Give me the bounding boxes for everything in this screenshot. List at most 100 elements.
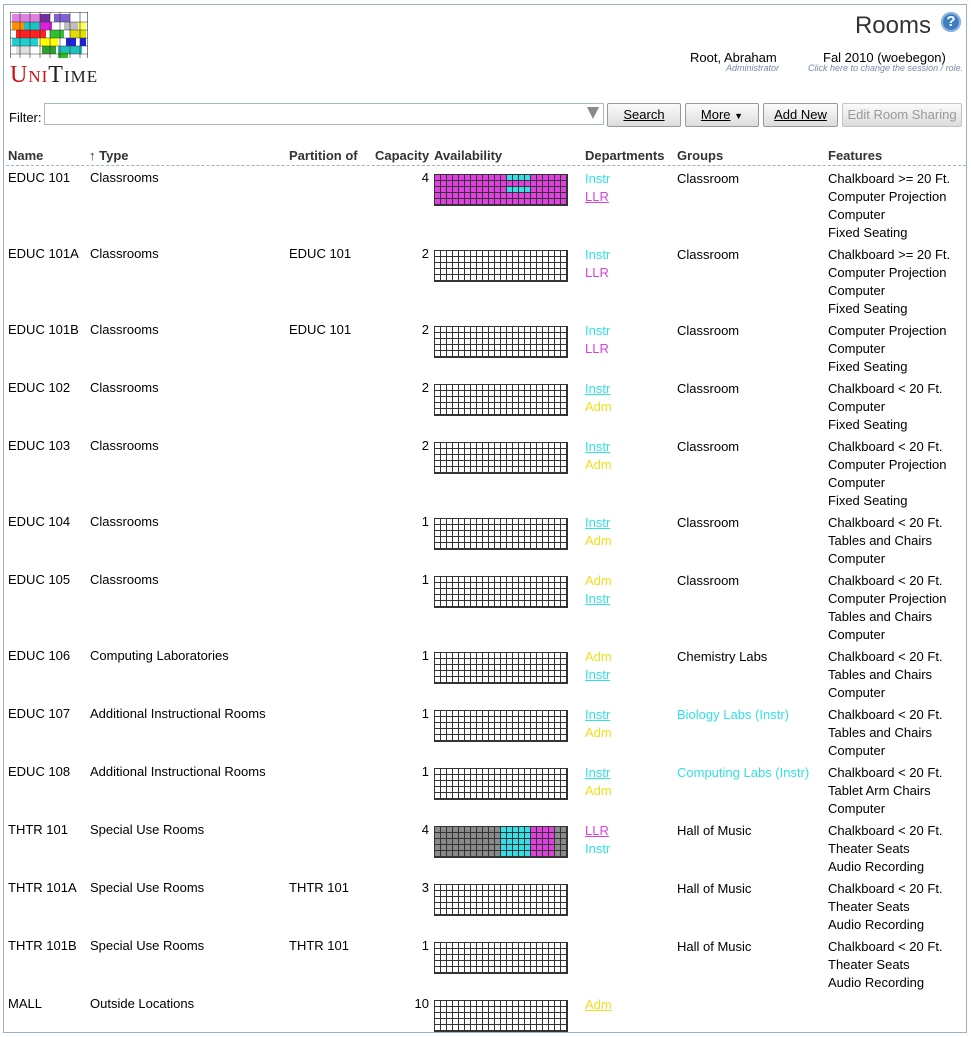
availability-grid[interactable] xyxy=(434,768,568,800)
availability-grid[interactable] xyxy=(434,384,568,416)
department-code[interactable]: Instr xyxy=(585,514,612,532)
department-code[interactable]: LLR xyxy=(585,264,610,282)
department-code[interactable]: LLR xyxy=(585,188,610,206)
room-name[interactable]: EDUC 108 xyxy=(8,764,70,779)
group-label: Classroom xyxy=(677,439,740,454)
department-code[interactable]: Adm xyxy=(585,572,612,590)
filter-dropdown-icon[interactable] xyxy=(587,107,599,119)
group-label: Hall of Music xyxy=(677,939,752,954)
filter-input[interactable] xyxy=(44,103,604,125)
availability-grid[interactable] xyxy=(434,942,568,974)
room-capacity: 1 xyxy=(421,706,429,721)
room-groups: Hall of Music xyxy=(677,938,751,956)
room-capacity: 10 xyxy=(414,996,429,1011)
room-features: Chalkboard < 20 Ft. Tables and Chairs Comp… xyxy=(828,514,943,568)
department-code[interactable]: Instr xyxy=(585,840,610,858)
room-capacity: 2 xyxy=(421,438,429,453)
room-type: Additional Instructional Rooms xyxy=(90,764,266,779)
add-new-button[interactable]: Add New xyxy=(763,103,838,127)
room-features: Chalkboard >= 20 Ft. Computer Projection C… xyxy=(828,170,950,242)
feature-item: Computer Projection xyxy=(828,189,947,204)
department-code[interactable]: Instr xyxy=(585,246,610,264)
room-name[interactable]: MALL xyxy=(8,996,42,1011)
department-code[interactable]: Instr xyxy=(585,764,612,782)
column-header-capacity[interactable]: Capacity xyxy=(375,148,429,163)
availability-grid[interactable] xyxy=(434,710,568,742)
department-code[interactable]: Adm xyxy=(585,996,612,1014)
feature-item: Theater Seats xyxy=(828,957,910,972)
department-code[interactable]: Adm xyxy=(585,532,612,550)
availability-grid[interactable] xyxy=(434,652,568,684)
room-partition: EDUC 101 xyxy=(289,246,352,261)
room-name[interactable]: EDUC 102 xyxy=(8,380,70,395)
room-features: Chalkboard < 20 Ft. Tables and Chairs Comp… xyxy=(828,706,943,760)
department-code[interactable]: Instr xyxy=(585,666,612,684)
feature-item: Computer xyxy=(828,743,886,758)
department-code[interactable]: Instr xyxy=(585,438,612,456)
department-code[interactable]: Adm xyxy=(585,782,612,800)
room-type: Special Use Rooms xyxy=(90,938,205,953)
department-code[interactable]: Instr xyxy=(585,170,610,188)
availability-grid[interactable] xyxy=(434,326,568,358)
feature-item: Computer Projection xyxy=(828,591,947,606)
availability-grid[interactable] xyxy=(434,884,568,916)
feature-item: Tables and Chairs xyxy=(828,725,933,740)
room-name[interactable]: THTR 101B xyxy=(8,938,77,953)
room-name[interactable]: THTR 101A xyxy=(8,880,77,895)
availability-grid[interactable] xyxy=(434,442,568,474)
room-name[interactable]: THTR 101 xyxy=(8,822,68,837)
department-code[interactable]: Adm xyxy=(585,648,612,666)
feature-item: Chalkboard < 20 Ft. xyxy=(828,881,943,896)
room-type: Special Use Rooms xyxy=(90,822,205,837)
availability-grid[interactable] xyxy=(434,518,568,550)
feature-item: Computer xyxy=(828,627,886,642)
availability-grid[interactable] xyxy=(434,174,568,206)
unitime-logo[interactable]: UNITIME xyxy=(10,12,97,92)
feature-item: Computer xyxy=(828,475,886,490)
room-name[interactable]: EDUC 106 xyxy=(8,648,70,663)
column-header-features[interactable]: Features xyxy=(828,148,882,163)
column-header-availability[interactable]: Availability xyxy=(434,148,502,163)
availability-grid[interactable] xyxy=(434,250,568,282)
room-partition: THTR 101 xyxy=(289,938,349,953)
room-departments: Adm Instr xyxy=(585,648,612,684)
room-name[interactable]: EDUC 101 xyxy=(8,170,70,185)
more-button[interactable]: More ▼ xyxy=(685,103,759,127)
availability-grid[interactable] xyxy=(434,1000,568,1032)
column-header-partition[interactable]: Partition of xyxy=(289,148,358,163)
column-header-type[interactable]: ↑ Type xyxy=(89,148,129,163)
column-header-departments[interactable]: Departments xyxy=(585,148,664,163)
column-header-groups[interactable]: Groups xyxy=(677,148,723,163)
room-name[interactable]: EDUC 103 xyxy=(8,438,70,453)
room-name[interactable]: EDUC 107 xyxy=(8,706,70,721)
room-groups: Classroom xyxy=(677,380,739,398)
room-features: Chalkboard < 20 Ft. Computer Fixed Seating xyxy=(828,380,943,434)
room-type: Classrooms xyxy=(90,438,159,453)
room-name[interactable]: EDUC 104 xyxy=(8,514,70,529)
department-code[interactable]: Instr xyxy=(585,322,610,340)
edit-room-sharing-button: Edit Room Sharing xyxy=(842,103,962,127)
room-name[interactable]: EDUC 101A xyxy=(8,246,79,261)
availability-grid[interactable] xyxy=(434,826,568,858)
help-icon[interactable]: ? xyxy=(941,12,961,32)
department-code[interactable]: LLR xyxy=(585,822,610,840)
session-change-hint[interactable]: Click here to change the session / role. xyxy=(808,63,963,73)
room-type: Outside Locations xyxy=(90,996,195,1011)
room-name[interactable]: EDUC 105 xyxy=(8,572,70,587)
room-name[interactable]: EDUC 101B xyxy=(8,322,79,337)
room-departments: Adm Instr xyxy=(585,572,612,608)
department-code[interactable]: Instr xyxy=(585,380,612,398)
feature-item: Fixed Seating xyxy=(828,301,908,316)
availability-grid[interactable] xyxy=(434,576,568,608)
department-code[interactable]: LLR xyxy=(585,340,610,358)
room-features: Chalkboard < 20 Ft. Computer Projection Ta… xyxy=(828,572,947,644)
department-code[interactable]: Adm xyxy=(585,398,612,416)
feature-item: Computer xyxy=(828,207,886,222)
room-capacity: 1 xyxy=(421,938,429,953)
department-code[interactable]: Instr xyxy=(585,706,612,724)
column-header-name[interactable]: Name xyxy=(8,148,43,163)
department-code[interactable]: Instr xyxy=(585,590,612,608)
department-code[interactable]: Adm xyxy=(585,456,612,474)
search-button[interactable]: Search xyxy=(607,103,681,127)
department-code[interactable]: Adm xyxy=(585,724,612,742)
